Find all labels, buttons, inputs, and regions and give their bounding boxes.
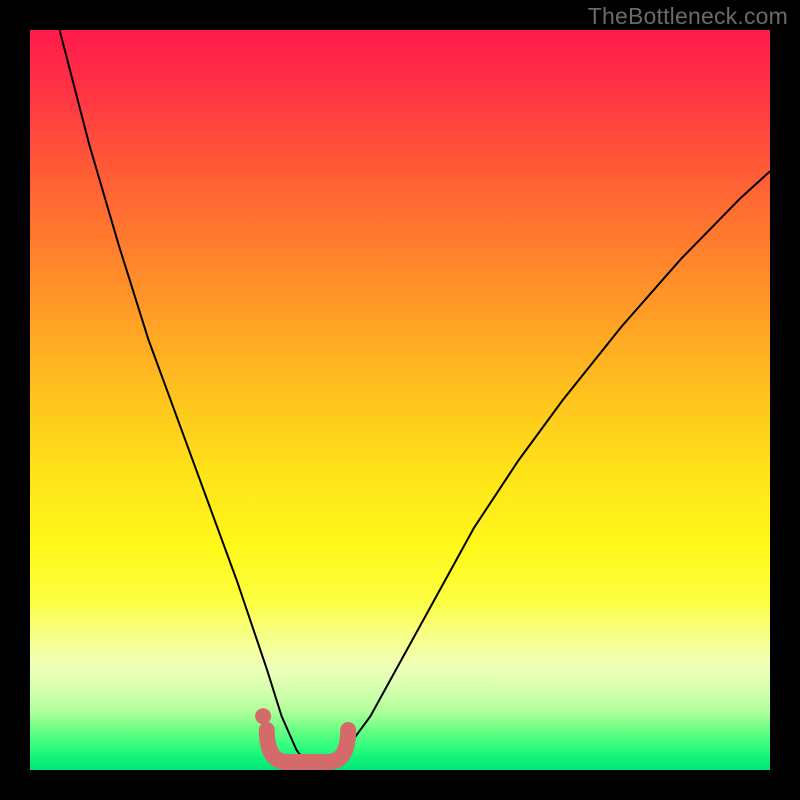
trough-brace [267,730,348,762]
bottleneck-curve [60,30,770,770]
trough-left-dot [255,708,271,724]
chart-svg [30,30,770,770]
watermark-text: TheBottleneck.com [588,3,788,30]
plot-area [30,30,770,770]
chart-frame: TheBottleneck.com [0,0,800,800]
